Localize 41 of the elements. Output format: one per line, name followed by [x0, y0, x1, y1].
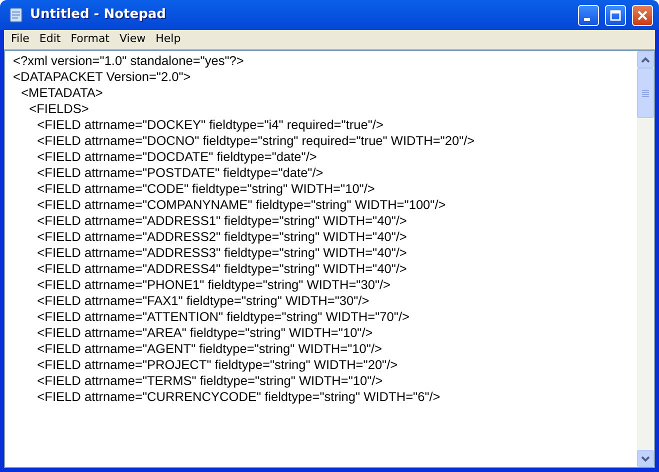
close-button[interactable] [632, 4, 653, 26]
text-line: <FIELD attrname="DOCNO" fieldtype="string" required="true" WIDTH="20"/> [36, 133, 476, 149]
text-line: <FIELD attrname="AREA" fieldtype="string" WIDTH="10"/> [36, 325, 374, 341]
up-caret-icon [641, 56, 650, 62]
minimize-icon [584, 18, 590, 20]
text-line: <FIELD attrname="ADDRESS3" fieldtype="string" WIDTH="40"/> [36, 245, 408, 261]
text-line: <FIELD attrname="PHONE1" fieldtype="string" WIDTH="30"/> [36, 277, 392, 293]
notepad-icon [8, 7, 24, 23]
text-line: <FIELD attrname="COMPANYNAME" fieldtype="string" WIDTH="100"/> [36, 197, 447, 213]
scroll-thumb[interactable] [637, 68, 654, 118]
minimize-button[interactable] [578, 4, 599, 26]
down-caret-icon [641, 456, 650, 462]
menu-item[interactable]: Edit [34, 31, 66, 48]
window-title: Untitled - Notepad [30, 6, 167, 24]
text-line: <FIELDS> [28, 101, 90, 117]
menu-item[interactable]: Format [66, 31, 114, 48]
text-line: <?xml version="1.0" standalone="yes"?> [13, 53, 245, 69]
text-line: <FIELD attrname="DOCDATE" fieldtype="date"/> [36, 149, 318, 165]
text-line: <FIELD attrname="ADDRESS1" fieldtype="string" WIDTH="40"/> [36, 213, 408, 229]
menu-item[interactable]: Help [150, 31, 186, 48]
maximize-button[interactable] [605, 4, 626, 26]
menu-item[interactable]: File [6, 31, 34, 48]
close-icon [637, 10, 648, 20]
scroll-up-button[interactable] [637, 51, 654, 68]
text-line: <FIELD attrname="PROJECT" fieldtype="string" WIDTH="20"/> [36, 357, 399, 373]
text-line: <FIELD attrname="ADDRESS4" fieldtype="string" WIDTH="40"/> [36, 261, 408, 277]
scrollbar[interactable] [637, 51, 654, 467]
text-line: <FIELD attrname="POSTDATE" fieldtype="date"/> [36, 165, 324, 181]
text-line: <FIELD attrname="ATTENTION" fieldtype="string" WIDTH="70"/> [36, 309, 410, 325]
text-line: <FIELD attrname="CODE" fieldtype="string" WIDTH="10"/> [36, 181, 376, 197]
text-line: <FIELD attrname="TERMS" fieldtype="string" WIDTH="10"/> [36, 373, 384, 389]
text-line: <FIELD attrname="CURRENCYCODE" fieldtype="string" WIDTH="6"/> [36, 389, 442, 405]
menu-item[interactable]: View [114, 31, 151, 48]
text-line: <METADATA> [20, 85, 104, 101]
text-line: <FIELD attrname="FAX1" fieldtype="string" WIDTH="30"/> [36, 293, 370, 309]
text-line: <FIELD attrname="AGENT" fieldtype="string" WIDTH="10"/> [36, 341, 383, 357]
maximize-icon [610, 10, 621, 20]
text-line: <DATAPACKET Version="2.0"> [13, 69, 192, 85]
scroll-down-button[interactable] [637, 450, 654, 467]
text-line: <FIELD attrname="DOCKEY" fieldtype="i4" required="true"/> [36, 117, 384, 133]
text-line: <FIELD attrname="ADDRESS2" fieldtype="string" WIDTH="40"/> [36, 229, 408, 245]
